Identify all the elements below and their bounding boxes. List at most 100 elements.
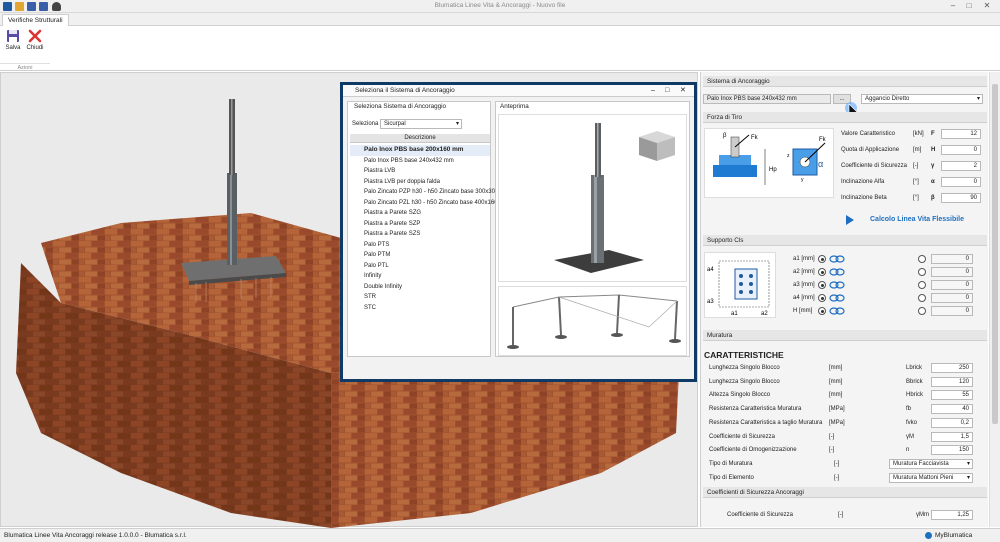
forza-row-unit: [-] <box>913 163 919 169</box>
radio-icon[interactable] <box>818 307 826 315</box>
list-item[interactable]: Piastra LVB <box>350 166 490 177</box>
muratura-row-label: Coefficiente di Sicurezza <box>709 433 775 440</box>
maximize-button[interactable]: □ <box>962 1 976 11</box>
list-item[interactable]: Palo PTM <box>350 250 490 261</box>
forza-row-field[interactable]: 0 <box>941 145 981 155</box>
forza-row-field[interactable]: 0 <box>941 177 981 187</box>
list-item[interactable]: Palo Inox PBS base 240x432 mm <box>350 156 490 167</box>
chain-icon[interactable] <box>829 307 845 315</box>
sistema-field[interactable]: Palo Inox PBS base 240x432 mm <box>703 94 831 104</box>
close-window-button[interactable]: ✕ <box>980 1 994 11</box>
muratura-row-field[interactable]: 0,2 <box>931 417 973 428</box>
tipo-muratura-select[interactable]: Muratura Facciavista <box>889 459 973 469</box>
dialog-minimize-button[interactable]: – <box>651 85 655 97</box>
muratura-row-field[interactable]: 40 <box>931 404 973 415</box>
svg-text:β: β <box>723 133 727 139</box>
forza-row-field[interactable]: 90 <box>941 193 981 203</box>
section-coeff-header: Coefficienti di Sicurezza Ancoraggi <box>703 487 987 498</box>
status-text: Blumatica Linee Vita Ancoraggi release 1… <box>4 532 187 539</box>
dialog-close-button[interactable]: ✕ <box>680 85 686 97</box>
calc-lifeline-link[interactable]: Calcolo Linea Vita Flessibile <box>846 214 986 226</box>
scrollbar-thumb[interactable] <box>992 84 998 424</box>
supporto-row-field[interactable]: 0 <box>931 267 973 277</box>
forza-row-field[interactable]: 2 <box>941 161 981 171</box>
chain-icon[interactable] <box>829 281 845 289</box>
chain-icon[interactable] <box>829 294 845 302</box>
supporto-row-label: H [mm] <box>793 308 813 314</box>
supporto-diagram: a1 a2 a3 a4 <box>704 252 776 318</box>
panel-scrollbar[interactable] <box>989 72 1000 527</box>
muratura-row-unit: [-] <box>829 433 835 440</box>
list-item[interactable]: Piastra a Parete SZP <box>350 219 490 230</box>
supporto-row-field[interactable]: 0 <box>931 280 973 290</box>
radio-icon[interactable] <box>918 307 926 315</box>
radio-icon[interactable] <box>818 255 826 263</box>
tipo-elemento-select[interactable]: Muratura Mattoni Pieni <box>889 473 973 483</box>
chain-icon[interactable] <box>829 255 845 263</box>
window-title: Blumatica Linee Vita & Ancoraggi - Nuovo… <box>434 2 566 9</box>
muratura-row-field[interactable]: 55 <box>931 390 973 401</box>
preview-header: Anteprima <box>500 103 529 110</box>
anchor-system-dialog: Seleziona il Sistema di Ancoraggio – □ ✕… <box>340 82 697 382</box>
muratura-row-field[interactable]: 1,5 <box>931 431 973 442</box>
muratura-row-label: Resistenza Caratteristica Muratura <box>709 406 802 413</box>
muratura-row-field[interactable]: 120 <box>931 376 973 387</box>
radio-icon[interactable] <box>918 294 926 302</box>
svg-text:y: y <box>801 177 804 183</box>
list-item[interactable]: Piastra a Parete SZG <box>350 208 490 219</box>
list-item[interactable]: Palo PTS <box>350 240 490 251</box>
radio-icon[interactable] <box>818 294 826 302</box>
aggancio-select[interactable]: Aggancio Diretto <box>861 94 983 104</box>
list-item[interactable]: Palo Zincato PZP h30 - h50 Zincato base … <box>350 187 498 198</box>
close-button[interactable]: Chiudi <box>24 29 46 57</box>
cube-icon[interactable] <box>639 131 675 161</box>
svg-text:a4: a4 <box>707 267 714 273</box>
radio-icon[interactable] <box>818 268 826 276</box>
radio-icon[interactable] <box>818 281 826 289</box>
forza-row-field[interactable]: 12 <box>941 129 981 139</box>
radio-icon[interactable] <box>918 281 926 289</box>
radio-icon[interactable] <box>918 255 926 263</box>
muratura-row-field[interactable]: 150 <box>931 445 973 456</box>
save-label: Salva <box>5 45 21 51</box>
list-item[interactable]: Piastra a Parete SZS <box>350 229 490 240</box>
list-item[interactable]: STC <box>350 303 490 314</box>
preview-top <box>498 114 687 282</box>
myblumatica-link[interactable]: MyBlumatica <box>935 529 972 542</box>
status-bar: Blumatica Linee Vita Ancoraggi release 1… <box>0 528 1000 542</box>
list-item[interactable]: Infinity <box>350 271 490 282</box>
muratura-row-unit: [mm] <box>829 392 843 399</box>
muratura-row-symbol: n <box>906 447 910 454</box>
supporto-row-field[interactable]: 0 <box>931 306 973 316</box>
forza-row-unit: [°] <box>913 179 919 185</box>
svg-text:Fk: Fk <box>819 137 827 143</box>
preview-pane: Anteprima <box>495 101 690 357</box>
system-select[interactable]: Sicurpal <box>380 119 462 129</box>
chain-icon[interactable] <box>829 268 845 276</box>
save-button[interactable]: Salva <box>2 29 24 57</box>
list-item[interactable]: Palo Inox PBS base 200x160 mm <box>350 145 490 156</box>
coeff-field[interactable]: 1,25 <box>931 510 973 520</box>
forza-row-symbol: γ <box>931 163 935 169</box>
list-item[interactable]: STR <box>350 292 490 303</box>
tipo-muratura-label: Tipo di Muratura <box>709 461 753 467</box>
muratura-row-field[interactable]: 250 <box>931 363 973 373</box>
calc-lifeline-label: Calcolo Linea Vita Flessibile <box>870 216 965 223</box>
dialog-title: Seleziona il Sistema di Ancoraggio – □ ✕ <box>343 85 694 97</box>
radio-icon[interactable] <box>918 268 926 276</box>
forza-row-symbol: H <box>931 147 936 153</box>
tab-verifiche-strutturali[interactable]: Verifiche Strutturali <box>2 14 69 26</box>
list-item[interactable]: Palo PTL <box>350 261 490 272</box>
save-icon <box>6 29 20 43</box>
left-pane-header: Seleziona Sistema di Ancoraggio <box>354 103 447 110</box>
list-column-header[interactable]: Descrizione <box>350 134 490 143</box>
svg-text:α: α <box>818 159 823 169</box>
list-item[interactable]: Palo Zincato PZL h30 - h50 Zincato base … <box>350 198 498 209</box>
supporto-row-field[interactable]: 0 <box>931 254 973 264</box>
minimize-button[interactable]: – <box>946 1 960 11</box>
supporto-row-field[interactable]: 0 <box>931 293 973 303</box>
list-item[interactable]: Piastra LVB per doppia falda <box>350 177 490 188</box>
list-item[interactable]: Double Infinity <box>350 282 490 293</box>
dialog-maximize-button[interactable]: □ <box>665 85 669 97</box>
user-icon[interactable] <box>925 532 932 539</box>
